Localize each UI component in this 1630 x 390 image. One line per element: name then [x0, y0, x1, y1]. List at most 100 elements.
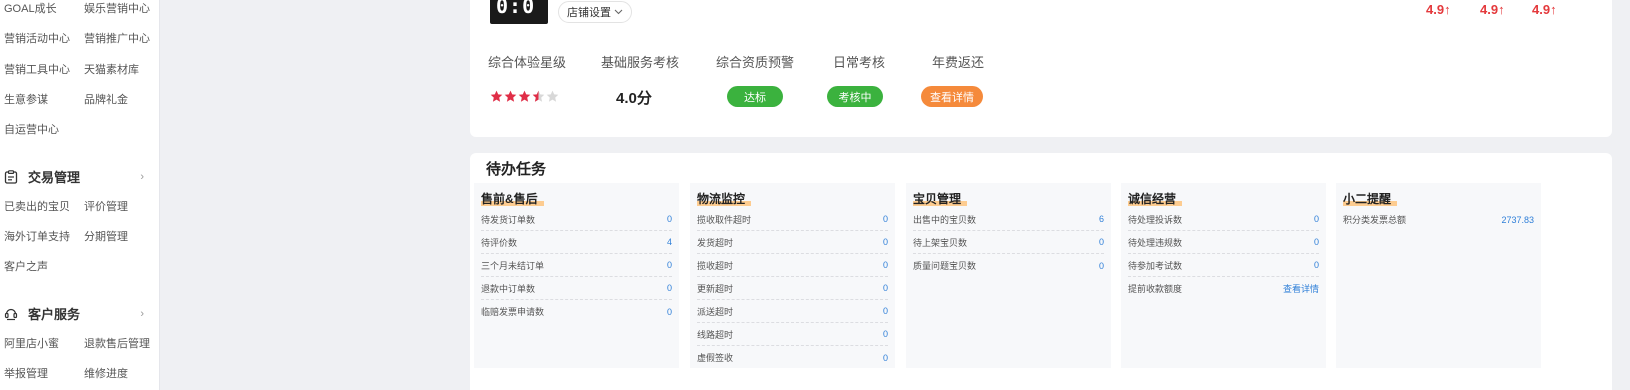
task-row[interactable]: 提前收款额度 查看详情 [1128, 277, 1319, 300]
task-row[interactable]: 质量问题宝贝数 0 [913, 254, 1104, 277]
task-column-title: 诚信经营 [1128, 190, 1183, 207]
task-column-integrity: 诚信经营 待处理投诉数 0 待处理违规数 0 待参加考试数 0 提前收款额度 查看详情 [1121, 183, 1326, 368]
task-row-label: 质量问题宝贝数 [913, 261, 977, 271]
metric-label-basic-service: 基础服务考核 [601, 55, 680, 70]
task-column-title: 售前&售后 [481, 190, 544, 207]
task-row[interactable]: 派送超时 0 [697, 300, 888, 323]
score-service: 4.9↑ [1480, 2, 1505, 17]
task-row[interactable]: 待处理违规数 0 [1128, 231, 1319, 254]
sidebar-link-sold-items[interactable]: 已卖出的宝贝 [4, 198, 70, 214]
daily-check-status-badge[interactable]: 考核中 [827, 86, 883, 107]
task-row[interactable]: 待参加考试数 0 [1128, 254, 1319, 277]
task-row-value[interactable]: 0 [667, 214, 672, 224]
sidebar-link-customer-voice[interactable]: 客户之声 [4, 258, 48, 274]
todo-tasks-title: 待办任务 [486, 161, 547, 178]
sidebar: GOAL成长 娱乐营销中心 营销活动中心 营销推广中心 营销工具中心 天猫素材库… [0, 0, 160, 390]
task-row-value[interactable]: 0 [883, 260, 888, 270]
shop-settings-dropdown[interactable]: 店铺设置 [558, 1, 632, 23]
chevron-right-icon: › [140, 307, 144, 320]
sidebar-link-marketing-tools[interactable]: 营销工具中心 [4, 61, 70, 77]
task-row[interactable]: 退款中订单数 0 [481, 277, 672, 300]
task-column-presale-aftersale: 售前&售后 待发货订单数 0 待评价数 4 三个月未结订单 0 退款中订单数 0 临赔发票申请数 0 [474, 183, 679, 368]
sidebar-link-installments[interactable]: 分期管理 [84, 228, 128, 244]
metric-label-qualification: 综合资质预警 [716, 55, 795, 70]
task-row-value[interactable]: 0 [667, 260, 672, 270]
sidebar-link-tmall-materials[interactable]: 天猫素材库 [84, 61, 139, 77]
task-column-title-text: 售前&售后 [481, 192, 538, 206]
task-row-value[interactable]: 0 [883, 283, 888, 293]
task-row[interactable]: 线路超时 0 [697, 323, 888, 346]
sidebar-link-marketing-promotion[interactable]: 营销推广中心 [84, 30, 150, 46]
task-column-title-text: 小二提醒 [1343, 192, 1392, 206]
chevron-right-icon: › [140, 170, 144, 183]
task-column-title-text: 物流监控 [697, 192, 746, 206]
task-row-value[interactable]: 0 [1099, 237, 1104, 247]
score-description: 4.9↑ [1426, 2, 1451, 17]
qualification-status-badge[interactable]: 达标 [727, 86, 783, 107]
sidebar-link-goal[interactable]: GOAL成长 [4, 0, 57, 16]
sidebar-section-trade[interactable]: 交易管理 › [4, 167, 144, 186]
task-row-value[interactable]: 0 [883, 329, 888, 339]
task-row-value[interactable]: 0 [667, 283, 672, 293]
sidebar-link-self-operation[interactable]: 自运营中心 [4, 121, 59, 137]
task-column-item-management: 宝贝管理 出售中的宝贝数 6 待上架宝贝数 0 质量问题宝贝数 0 [906, 183, 1111, 368]
task-row-value[interactable]: 0 [883, 353, 888, 363]
task-row-value[interactable]: 4 [667, 237, 672, 247]
sidebar-link-alime[interactable]: 阿里店小蜜 [4, 335, 59, 351]
todo-tasks-card: 待办任务 售前&售后 待发货订单数 0 待评价数 4 三个月未结订单 0 退款中订单数 0 临赔发… [470, 153, 1612, 390]
star-icon [546, 90, 559, 102]
task-row-value[interactable]: 0 [883, 214, 888, 224]
sidebar-link-overseas-orders[interactable]: 海外订单支持 [4, 228, 70, 244]
task-row-value[interactable]: 0 [1099, 261, 1104, 271]
star-icon [518, 90, 531, 102]
task-row[interactable]: 积分类发票总额 2737.83 [1343, 208, 1534, 231]
task-column-reminders: 小二提醒积分类发票总额 2737.83 [1336, 183, 1541, 368]
task-row-value[interactable]: 6 [1099, 214, 1104, 224]
task-row[interactable]: 待上架宝贝数 0 [913, 231, 1104, 254]
task-row[interactable]: 出售中的宝贝数 6 [913, 208, 1104, 231]
sidebar-link-report-management[interactable]: 举报管理 [4, 365, 48, 381]
task-row-label: 待发货订单数 [481, 214, 536, 225]
task-row[interactable]: 揽收超时 0 [697, 254, 888, 277]
customer-service-icon [4, 307, 18, 321]
task-row[interactable]: 揽收取件超时 0 [697, 208, 888, 231]
task-row-label: 临赔发票申请数 [481, 307, 545, 317]
sidebar-link-repair-progress[interactable]: 维修进度 [84, 365, 128, 381]
sidebar-link-entertainment-marketing[interactable]: 娱乐营销中心 [84, 0, 150, 16]
annual-fee-details-button[interactable]: 查看详情 [921, 86, 983, 107]
score-logistics: 4.9↑ [1532, 2, 1557, 17]
sidebar-link-review-management[interactable]: 评价管理 [84, 198, 128, 214]
task-row-label: 发货超时 [697, 237, 734, 248]
sidebar-link-marketing-activity[interactable]: 营销活动中心 [4, 30, 70, 46]
task-row-value[interactable]: 查看详情 [1283, 282, 1319, 295]
task-row[interactable]: 临赔发票申请数 0 [481, 300, 672, 323]
task-row[interactable]: 待处理投诉数 0 [1128, 208, 1319, 231]
sidebar-section-service[interactable]: 客户服务 › [4, 304, 144, 323]
task-row[interactable]: 待发货订单数 0 [481, 208, 672, 231]
task-row[interactable]: 虚假签收 0 [697, 346, 888, 369]
sidebar-link-business-advisor[interactable]: 生意参谋 [4, 91, 48, 107]
task-row-label: 虚假签收 [697, 353, 734, 363]
task-row[interactable]: 更新超时 0 [697, 277, 888, 300]
task-column-title: 物流监控 [697, 190, 752, 207]
task-row-value[interactable]: 0 [667, 307, 672, 317]
task-row-value[interactable]: 0 [1314, 260, 1319, 270]
sidebar-section-trade-label: 交易管理 [28, 170, 81, 185]
task-row-label: 提前收款额度 [1128, 284, 1183, 294]
metric-label-daily-check: 日常考核 [833, 55, 886, 70]
task-row[interactable]: 发货超时 0 [697, 231, 888, 254]
task-row-value[interactable]: 0 [1314, 214, 1319, 224]
sidebar-link-brand-gift[interactable]: 品牌礼金 [84, 91, 128, 107]
shop-logo: 0:0 [490, 0, 548, 24]
task-row-value[interactable]: 0 [883, 237, 888, 247]
star-icon [490, 90, 503, 102]
task-row-label: 更新超时 [697, 283, 734, 294]
task-row[interactable]: 三个月未结订单 0 [481, 254, 672, 277]
task-row-value[interactable]: 2737.83 [1501, 215, 1534, 225]
task-row-label: 三个月未结订单 [481, 260, 545, 271]
sidebar-link-refund-aftersale[interactable]: 退款售后管理 [84, 335, 150, 351]
task-row-value[interactable]: 0 [883, 306, 888, 316]
task-row-value[interactable]: 0 [1314, 237, 1319, 247]
task-row[interactable]: 待评价数 4 [481, 231, 672, 254]
star-icon [532, 90, 545, 102]
